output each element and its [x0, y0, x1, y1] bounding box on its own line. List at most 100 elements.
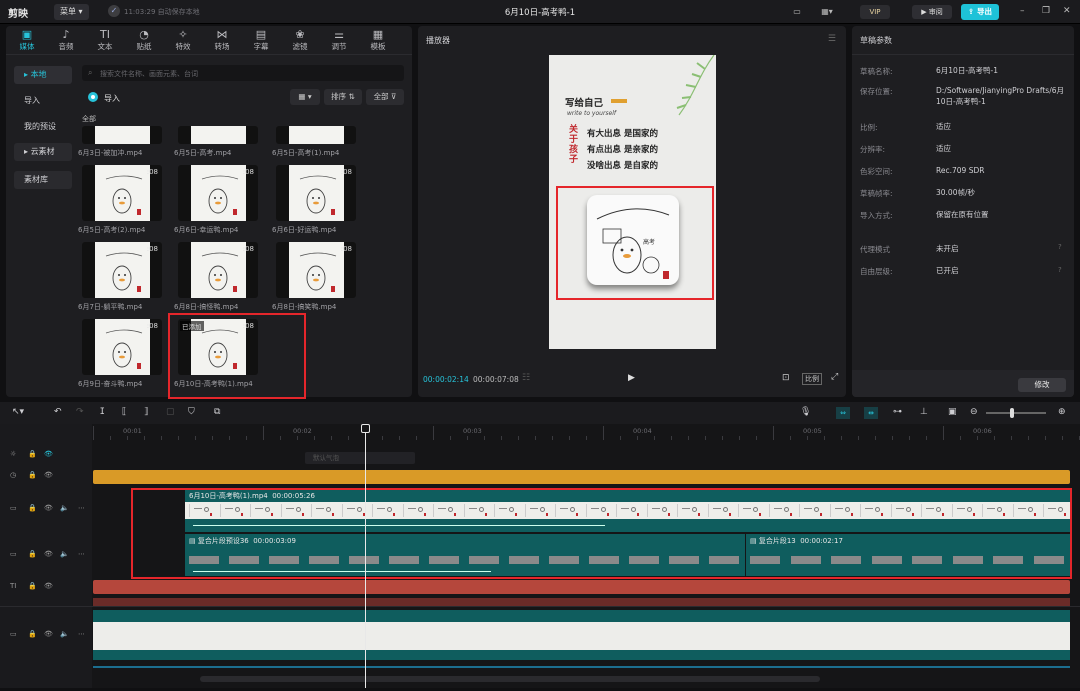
eye-icon[interactable]: 👁 [44, 582, 53, 590]
sidebar-item-presets[interactable]: 我的预设 [14, 118, 72, 136]
tab-5[interactable]: ⋈ 转场 [203, 26, 241, 54]
maximize-icon[interactable]: ❐ [1042, 6, 1050, 16]
ghost-bubble-clip[interactable]: 默认气泡 [305, 452, 415, 464]
playhead[interactable] [365, 424, 366, 688]
audio-line[interactable] [93, 666, 1070, 668]
help-icon[interactable]: ? [1058, 266, 1062, 274]
player-menu-icon[interactable]: ☰ [828, 34, 836, 44]
tab-6[interactable]: ▤ 字幕 [242, 26, 280, 54]
media-thumbnail[interactable]: :08 [82, 165, 162, 221]
vip-badge[interactable]: VIP [860, 5, 890, 19]
lock-icon[interactable]: 🔒 [28, 471, 37, 479]
review-button[interactable]: ▶ 审阅 [912, 5, 952, 19]
audio-icon[interactable]: 🔈 [60, 550, 69, 558]
tab-3[interactable]: ◔ 贴纸 [125, 26, 163, 54]
zoom-slider-track[interactable] [986, 412, 1046, 414]
orange-clip[interactable] [93, 470, 1070, 484]
preview-axis-icon[interactable]: ⊥ [920, 407, 928, 417]
microphone-icon[interactable]: 🎙 [800, 407, 811, 417]
select-tool-icon[interactable]: ↖▾ [12, 407, 24, 417]
lock-icon[interactable]: 🔒 [28, 504, 37, 512]
main-track-clip[interactable] [93, 622, 1070, 650]
sort-button[interactable]: 排序 ⇅ [324, 89, 362, 105]
search-input[interactable]: ⌕ 搜索文件名称、画面元素、台词 [82, 65, 404, 81]
sidebar-item-cloud[interactable]: ▸ 云素材 [14, 143, 72, 161]
media-thumbnail[interactable]: :08 [178, 242, 258, 298]
main-track-magnet-icon[interactable]: ⇔ [836, 407, 850, 419]
redo-icon[interactable]: ↷ [76, 407, 84, 417]
zoom-in-icon[interactable]: ⊕ [1058, 407, 1066, 417]
audio-icon[interactable]: 🔈 [60, 630, 69, 638]
thumbnail-icon[interactable]: ▣ [948, 407, 957, 417]
view-mode-button[interactable]: ▦ ▾ [290, 89, 320, 105]
main-track-bottom[interactable] [93, 650, 1070, 660]
eye-icon[interactable]: 👁 [44, 630, 53, 638]
media-thumbnail[interactable]: :08 [276, 165, 356, 221]
zoom-slider-handle[interactable] [1010, 408, 1014, 418]
fullscreen-icon[interactable]: ⤢ [831, 372, 838, 382]
eye-icon[interactable]: 👁 [44, 550, 53, 558]
modify-button[interactable]: 修改 [1018, 378, 1066, 392]
shield-icon[interactable]: ⛉ [188, 407, 195, 417]
trim-left-icon[interactable]: ⟦ [122, 407, 126, 417]
media-thumbnail[interactable] [276, 126, 356, 144]
media-filename: 6月7日-躺平鸭.mp4 [78, 303, 143, 311]
duck-sketch [105, 252, 143, 292]
media-thumbnail[interactable] [178, 126, 258, 144]
tab-1[interactable]: ♪ 音频 [47, 26, 85, 54]
tab-4[interactable]: ✧ 特效 [164, 26, 202, 54]
waveform-icon[interactable]: ☷ [522, 373, 530, 383]
export-button[interactable]: ⇪ 导出 [961, 4, 999, 20]
layout-icon[interactable]: ▦▾ [816, 5, 838, 19]
media-thumbnail[interactable]: :08 [178, 165, 258, 221]
ratio-button[interactable]: 比例 [802, 373, 822, 385]
lock-icon[interactable]: 🔒 [28, 550, 37, 558]
filter-button[interactable]: 全部 ⊽ [366, 89, 404, 105]
sidebar-item-local[interactable]: ▸ 本地 [14, 66, 72, 84]
playhead-handle[interactable] [361, 424, 370, 433]
play-icon[interactable]: ▶ [628, 373, 635, 383]
ruler-mark [858, 436, 859, 440]
param-value[interactable]: 6月10日-高考鸭-1 [936, 65, 1066, 76]
eye-icon[interactable]: 👁 [44, 471, 53, 479]
more-icon[interactable]: ⋯ [78, 550, 85, 558]
timeline-scrollbar[interactable] [200, 676, 820, 682]
lock-icon[interactable]: 🔒 [28, 630, 37, 638]
eye-icon[interactable]: 👁 [44, 450, 53, 458]
help-icon[interactable]: ? [1058, 243, 1062, 251]
tab-8[interactable]: ⚌ 调节 [320, 26, 358, 54]
main-track-top[interactable] [93, 610, 1070, 622]
media-thumbnail[interactable]: :08 [276, 242, 356, 298]
lock-icon[interactable]: 🔒 [28, 582, 37, 590]
crop-icon[interactable]: ⧉ [214, 407, 220, 417]
time-ruler[interactable]: 00:01 00:02 00:03 00:04 00:05 00:06 [93, 424, 1080, 442]
split-icon[interactable]: ⵊ [100, 407, 105, 417]
zoom-out-icon[interactable]: ⊖ [970, 407, 978, 417]
more-icon[interactable]: ⋯ [78, 630, 85, 638]
tab-7[interactable]: ❀ 滤镜 [281, 26, 319, 54]
close-icon[interactable]: ✕ [1063, 6, 1071, 16]
text-clip-2[interactable] [93, 598, 1070, 606]
eye-icon[interactable]: 👁 [44, 504, 53, 512]
snap-icon[interactable]: ⇹ [864, 407, 878, 419]
sidebar-item-import[interactable]: 导入 [14, 92, 72, 110]
tab-2[interactable]: TI 文本 [86, 26, 124, 54]
trim-right-icon[interactable]: ⟧ [144, 407, 148, 417]
link-icon[interactable]: ⊶ [893, 407, 902, 417]
delete-icon[interactable]: ▢ [166, 407, 175, 417]
media-thumbnail[interactable]: :08 [82, 242, 162, 298]
fullscreen-fit-icon[interactable]: ⊡ [782, 373, 790, 383]
shortcut-icon[interactable]: ▭ [790, 5, 804, 19]
lock-icon[interactable]: 🔒 [28, 450, 37, 458]
import-button[interactable]: 导入 [82, 89, 128, 105]
media-thumbnail[interactable]: :08 [82, 319, 162, 375]
more-icon[interactable]: ⋯ [78, 504, 85, 512]
minimize-icon[interactable]: – [1020, 6, 1025, 16]
tab-0[interactable]: ▣ 媒体 [8, 26, 46, 54]
text-clip[interactable] [93, 580, 1070, 594]
sidebar-item-library[interactable]: 素材库 [14, 171, 72, 189]
audio-icon[interactable]: 🔈 [60, 504, 69, 512]
tab-9[interactable]: ▦ 模板 [359, 26, 397, 54]
undo-icon[interactable]: ↶ [54, 407, 62, 417]
media-thumbnail[interactable] [82, 126, 162, 144]
